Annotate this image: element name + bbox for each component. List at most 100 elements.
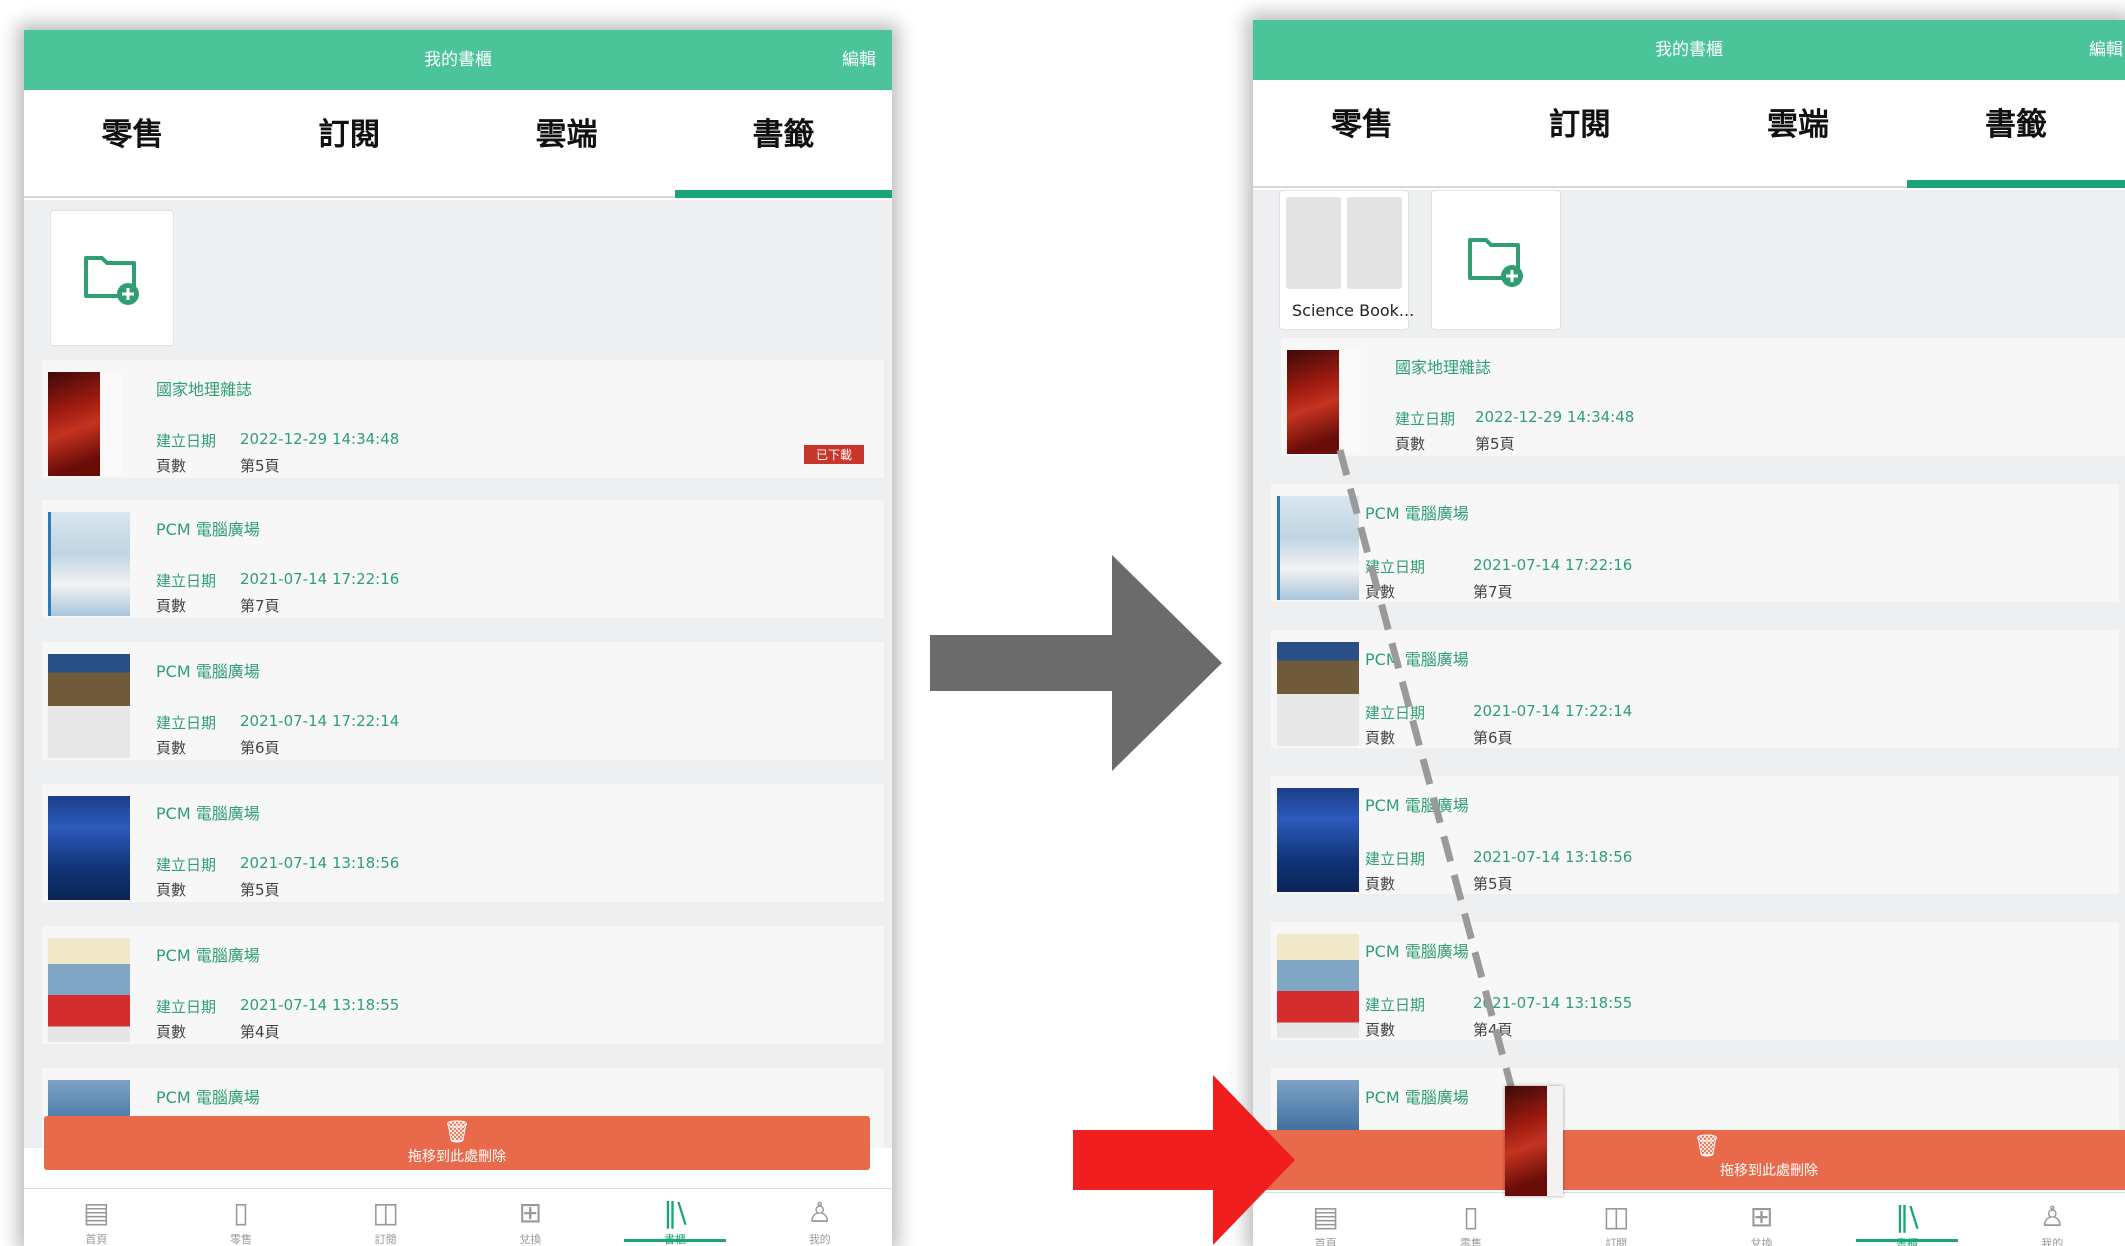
transition-arrow-icon	[930, 555, 1222, 771]
pages-label: 頁數	[156, 881, 187, 899]
item-title: PCM 電腦廣場	[1365, 504, 1469, 523]
created-label: 建立日期	[1365, 996, 1426, 1014]
cover-thumbnail	[1277, 642, 1359, 746]
cover-thumbnail	[1277, 934, 1359, 1038]
delete-drop-zone[interactable]: 🗑 拖移到此處刪除	[1253, 1130, 2125, 1190]
list-item[interactable]: PCM 電腦廣場 建立日期 2021-07-14 13:18:56 頁數 第5頁	[42, 784, 884, 902]
nav-profile[interactable]: ♙ 我的	[1980, 1193, 2125, 1246]
tab-cloud[interactable]: 雲端	[1689, 80, 1907, 186]
created-value: 2021-07-14 17:22:16	[240, 570, 400, 588]
cover-thumbnail	[48, 938, 130, 1042]
list-item[interactable]: 國家地理雜誌 建立日期 2022-12-29 14:34:48 頁數 第5頁	[1281, 338, 2125, 456]
nav-label: 首頁	[1314, 1237, 1337, 1246]
nav-subscription[interactable]: ◫ 訂閱	[1544, 1193, 1689, 1246]
tab-cloud[interactable]: 雲端	[458, 90, 675, 196]
tab-retail[interactable]: 零售	[24, 90, 241, 196]
home-icon: ▤	[83, 1196, 110, 1229]
list-item[interactable]: PCM 電腦廣場 建立日期 2021-07-14 13:18:56 頁數 第5頁	[1271, 776, 2119, 894]
page-title: 我的書櫃	[424, 50, 492, 70]
pages-label: 頁數	[1365, 1021, 1396, 1039]
pages-label: 頁數	[156, 597, 187, 615]
created-label: 建立日期	[1365, 558, 1426, 576]
add-folder-button[interactable]	[1431, 190, 1561, 330]
delete-drop-zone[interactable]: 🗑 拖移到此處刪除	[44, 1116, 870, 1170]
item-title: PCM 電腦廣場	[1365, 1088, 1469, 1107]
nav-label: 我的	[808, 1233, 831, 1246]
created-label: 建立日期	[1365, 850, 1426, 868]
item-title: PCM 電腦廣場	[156, 662, 260, 681]
page-value: 第4頁	[1473, 1021, 1513, 1039]
page-value: 第5頁	[1475, 435, 1515, 453]
list-item[interactable]: PCM 電腦廣場 建立日期 2021-07-14 17:22:16 頁數 第7頁	[1271, 484, 2119, 602]
nav-label: 零售	[230, 1233, 252, 1246]
cover-thumbnail	[1277, 496, 1359, 600]
page-value: 第5頁	[240, 881, 280, 899]
page-value: 第6頁	[240, 739, 280, 757]
dragged-cover-thumbnail[interactable]	[1505, 1086, 1563, 1196]
created-value: 2022-12-29 14:34:48	[1475, 408, 1635, 426]
created-label: 建立日期	[156, 432, 217, 450]
pages-label: 頁數	[156, 739, 187, 757]
nav-redeem[interactable]: ⊞ 兌換	[458, 1189, 603, 1246]
list-item[interactable]: PCM 電腦廣場 建立日期 2021-07-14 13:18:55 頁數 第4頁	[42, 926, 884, 1044]
nav-bookshelf[interactable]: ‖\ 書櫃	[603, 1189, 748, 1246]
add-folder-icon	[84, 256, 139, 305]
cover-thumbnail	[1287, 350, 1339, 454]
bookshelf-screen-before: 我的書櫃 編輯 零售 訂閱 雲端 書籤 國家地理雜誌 建立日期 2022-12-…	[24, 30, 892, 1246]
nav-retail[interactable]: ▯ 零售	[1398, 1193, 1543, 1246]
edit-button[interactable]: 編輯	[842, 30, 876, 90]
created-label: 建立日期	[1365, 704, 1426, 722]
created-label: 建立日期	[1395, 410, 1456, 428]
item-title: PCM 電腦廣場	[1365, 796, 1469, 815]
book-icon: ▯	[233, 1196, 249, 1229]
nav-bookshelf[interactable]: ‖\ 書櫃	[1834, 1193, 1979, 1246]
cover-thumbnail	[48, 512, 130, 616]
list-item[interactable]: 國家地理雜誌 建立日期 2022-12-29 14:34:48 頁數 第5頁 已…	[42, 360, 884, 478]
list-item[interactable]: PCM 電腦廣場	[1271, 1068, 2119, 1138]
pages-label: 頁數	[156, 457, 187, 475]
created-label: 建立日期	[156, 572, 217, 590]
nav-retail[interactable]: ▯ 零售	[169, 1189, 314, 1246]
tab-retail[interactable]: 零售	[1253, 80, 1471, 186]
nav-home[interactable]: ▤ 首頁	[24, 1189, 169, 1246]
list-item[interactable]: PCM 電腦廣場 建立日期 2021-07-14 17:22:16 頁數 第7頁	[42, 500, 884, 618]
edit-button[interactable]: 編輯	[2089, 20, 2123, 80]
nav-redeem[interactable]: ⊞ 兌換	[1689, 1193, 1834, 1246]
created-value: 2022-12-29 14:34:48	[240, 430, 400, 448]
tab-subscription[interactable]: 訂閱	[1471, 80, 1689, 186]
folder-tile[interactable]: Science Book...	[1279, 190, 1415, 330]
nav-label: 書櫃	[664, 1233, 687, 1246]
created-value: 2021-07-14 13:18:55	[240, 996, 400, 1014]
nav-profile[interactable]: ♙ 我的	[747, 1189, 892, 1246]
item-title: PCM 電腦廣場	[1365, 942, 1469, 961]
bookmark-list: 國家地理雜誌 建立日期 2022-12-29 14:34:48 頁數 第5頁 P…	[1253, 338, 2125, 1138]
cover-thumbnail	[48, 796, 130, 900]
folder-name: Science Book...	[1292, 301, 1415, 320]
created-value: 2021-07-14 13:18:55	[1473, 994, 1633, 1012]
gift-icon: ⊞	[518, 1196, 543, 1229]
folder-thumbnails	[1286, 197, 1402, 289]
list-item[interactable]: PCM 電腦廣場 建立日期 2021-07-14 17:22:14 頁數 第6頁	[42, 642, 884, 760]
page-value: 第5頁	[1473, 875, 1513, 893]
nav-subscription[interactable]: ◫ 訂閱	[313, 1189, 458, 1246]
tab-bookmarks[interactable]: 書籤	[1907, 80, 2125, 188]
list-item[interactable]: PCM 電腦廣場 建立日期 2021-07-14 17:22:14 頁數 第6頁	[1271, 630, 2119, 748]
page-value: 第7頁	[240, 597, 280, 615]
folder-area	[24, 200, 892, 358]
add-folder-button[interactable]	[50, 210, 174, 346]
tab-subscription[interactable]: 訂閱	[241, 90, 458, 196]
tab-bookmarks[interactable]: 書籤	[675, 90, 892, 198]
nav-label: 訂閱	[1605, 1237, 1628, 1246]
list-item[interactable]: PCM 電腦廣場 建立日期 2021-07-14 13:18:55 頁數 第4頁	[1271, 922, 2119, 1040]
bookshelf-screen-after: 我的書櫃 編輯 零售 訂閱 雲端 書籤 Science Book... 國家地理…	[1253, 20, 2125, 1246]
book-icon: ▯	[1463, 1200, 1479, 1233]
cover-thumbnail	[48, 372, 100, 476]
item-title: PCM 電腦廣場	[156, 1088, 260, 1107]
item-title: PCM 電腦廣場	[156, 804, 260, 823]
nav-label: 零售	[1459, 1237, 1482, 1246]
top-bar: 我的書櫃 編輯	[24, 30, 892, 90]
nav-label: 書櫃	[1895, 1237, 1918, 1246]
page-title: 我的書櫃	[1655, 40, 1723, 60]
bookshelf-icon: ‖\	[663, 1196, 687, 1229]
nav-label: 我的	[2041, 1237, 2064, 1246]
